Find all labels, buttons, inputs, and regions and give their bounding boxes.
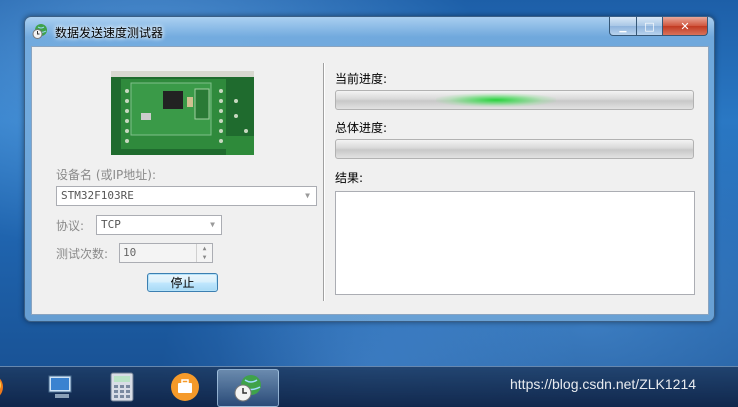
stepper-down-icon[interactable]: ▼ [196, 253, 212, 262]
stop-button[interactable]: 停止 [147, 273, 218, 292]
window-title: 数据发送速度测试器 [55, 26, 164, 40]
total-progress-bar [335, 139, 694, 159]
total-progress-label: 总体进度: [335, 121, 388, 135]
firefox-icon [0, 378, 3, 396]
test-count-value: 10 [123, 246, 137, 259]
device-name-label: 设备名 (或IP地址): [56, 168, 156, 182]
taskbar-computer[interactable] [30, 369, 90, 405]
current-progress-glow [436, 93, 556, 107]
protocol-combo[interactable]: TCP ▼ [96, 215, 222, 235]
test-count-label: 测试次数: [56, 247, 109, 261]
title-bar[interactable]: 数据发送速度测试器 ▁ □ ✕ [25, 17, 714, 45]
stopwatch-globe-icon [32, 24, 47, 39]
panel-divider [323, 63, 324, 301]
maximize-button[interactable]: □ [637, 17, 663, 36]
close-button[interactable]: ✕ [663, 17, 708, 36]
stopwatch-globe-icon [234, 375, 261, 402]
board-photo [111, 71, 254, 155]
taskbar-firefox[interactable] [0, 369, 20, 405]
briefcase-icon [171, 373, 199, 401]
protocol-label: 协议: [56, 219, 85, 233]
computer-icon [48, 375, 72, 398]
chevron-down-icon[interactable]: ▼ [204, 216, 221, 234]
result-label: 结果: [335, 171, 364, 185]
minimize-icon: ▁ [619, 22, 627, 33]
result-textbox[interactable] [335, 191, 695, 295]
watermark: https://blog.csdn.net/ZLK1214 [510, 376, 697, 392]
device-name-combo[interactable]: STM32F103RE ▼ [56, 186, 317, 206]
current-progress-bar [335, 90, 694, 110]
current-progress-label: 当前进度: [335, 72, 388, 86]
chevron-down-icon[interactable]: ▼ [299, 187, 316, 205]
minimize-button[interactable]: ▁ [609, 17, 637, 36]
maximize-icon: □ [644, 19, 655, 33]
taskbar-briefcase[interactable] [155, 369, 215, 405]
calculator-icon [110, 372, 134, 402]
device-name-value: STM32F103RE [61, 189, 134, 202]
test-count-stepper[interactable]: 10 ▲ ▼ [119, 243, 213, 263]
client-area: 设备名 (或IP地址): STM32F103RE ▼ 协议: TCP ▼ 测试次… [31, 46, 709, 315]
close-icon: ✕ [680, 19, 690, 33]
board-photo-image [111, 71, 254, 155]
app-window: 数据发送速度测试器 ▁ □ ✕ 设备名 (或IP地址): STM32F103RE… [24, 16, 715, 322]
taskbar-calculator[interactable] [92, 369, 152, 405]
protocol-value: TCP [101, 218, 121, 231]
caption-buttons: ▁ □ ✕ [609, 17, 708, 36]
taskbar-speed-tester[interactable] [217, 369, 279, 407]
